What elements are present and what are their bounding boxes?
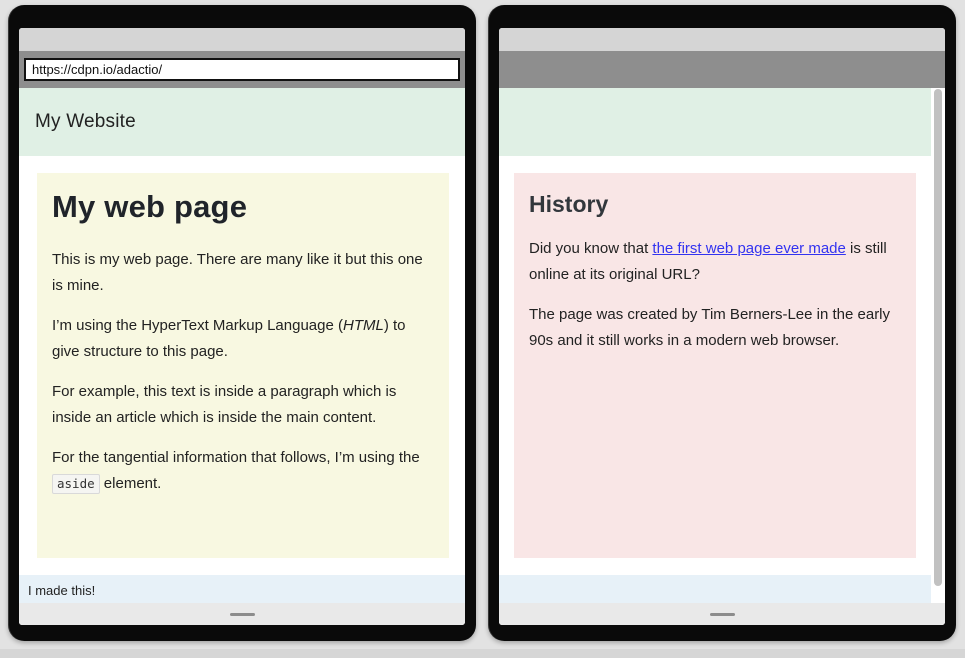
- site-header: My Website: [19, 88, 465, 156]
- first-web-page-link[interactable]: the first web page ever made: [652, 240, 845, 257]
- desk-background: { "colors": { "desk_bg": "#e2e2e2", "dev…: [0, 0, 965, 658]
- footer-text: I made this!: [28, 583, 95, 598]
- page-footer: I made this!: [19, 575, 465, 603]
- site-header-scrolled: [499, 88, 931, 156]
- status-bar: [499, 28, 945, 51]
- html-italic-text: HTML: [343, 317, 384, 334]
- article-paragraph-1: This is my web page. There are many like…: [52, 247, 433, 299]
- aside-code-tag: aside: [52, 474, 100, 494]
- bottom-bar: [19, 603, 465, 625]
- bottom-bar: [499, 603, 945, 625]
- scrollbar-track[interactable]: [931, 88, 945, 603]
- article-heading: My web page: [52, 189, 433, 225]
- paragraph-4-text-end: element.: [100, 475, 162, 492]
- home-indicator: [710, 613, 735, 616]
- browser-viewport: My Website My web page This is my web pa…: [19, 88, 465, 603]
- left-phone-frame: My Website My web page This is my web pa…: [8, 5, 476, 641]
- browser-chrome: [19, 51, 465, 88]
- browser-viewport-scrolled: History Did you know that the first web …: [499, 88, 945, 603]
- right-phone-screen: History Did you know that the first web …: [499, 28, 945, 625]
- paragraph-1-text: Did you know that: [529, 240, 652, 257]
- aside-paragraph-2: The page was created by Tim Berners-Lee …: [529, 302, 900, 354]
- aside-paragraph-1: Did you know that the first web page eve…: [529, 236, 900, 288]
- page-footer: [499, 575, 931, 603]
- right-phone-frame: History Did you know that the first web …: [488, 5, 956, 641]
- home-indicator: [230, 613, 255, 616]
- site-title: My Website: [35, 111, 136, 133]
- article: My web page This is my web page. There a…: [37, 173, 449, 558]
- article-paragraph-2: I’m using the HyperText Markup Language …: [52, 313, 433, 365]
- paragraph-4-text: For the tangential information that foll…: [52, 449, 420, 466]
- browser-chrome-collapsed: [499, 51, 945, 88]
- article-paragraph-4: For the tangential information that foll…: [52, 445, 433, 497]
- scrollbar-thumb[interactable]: [934, 89, 942, 586]
- aside-heading: History: [529, 191, 900, 218]
- article-paragraph-3: For example, this text is inside a parag…: [52, 379, 433, 431]
- paragraph-2-text: I’m using the HyperText Markup Language …: [52, 317, 343, 334]
- url-input[interactable]: [24, 58, 460, 81]
- aside: History Did you know that the first web …: [514, 173, 916, 558]
- scrolled-page-content: History Did you know that the first web …: [499, 88, 931, 603]
- left-phone-screen: My Website My web page This is my web pa…: [19, 28, 465, 625]
- status-bar: [19, 28, 465, 51]
